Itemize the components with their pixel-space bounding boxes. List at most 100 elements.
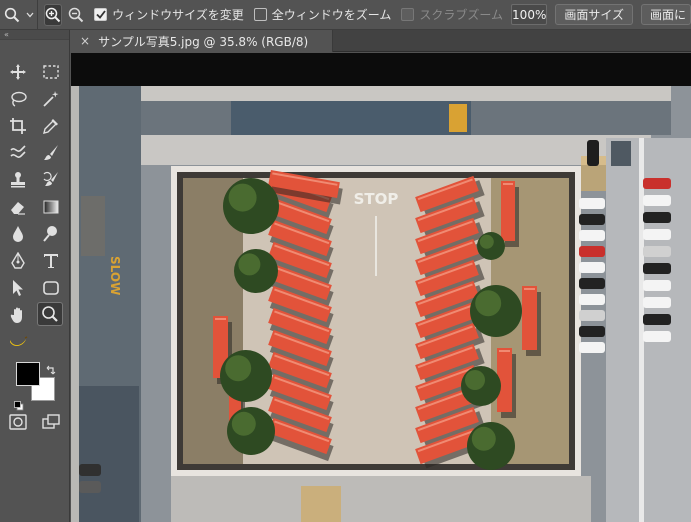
gradient-icon	[43, 200, 59, 214]
marquee-tool[interactable]	[38, 60, 64, 84]
bus-body	[501, 181, 515, 241]
zoom-all-windows-label: 全ウィンドウをズーム	[271, 8, 392, 22]
painted-stop-text: STOP	[354, 190, 399, 208]
parked-car	[79, 464, 101, 476]
brush-tool[interactable]	[38, 141, 64, 165]
bus-roof-stripe	[503, 183, 513, 185]
screen-mode-icon	[42, 414, 60, 429]
parked-car	[643, 178, 671, 189]
blur-icon	[13, 226, 23, 242]
crop-tool[interactable]	[5, 114, 31, 138]
tree-highlight	[471, 426, 496, 451]
eyedropper-tool[interactable]	[38, 114, 64, 138]
brush-icon	[44, 145, 58, 160]
eyedropper-icon	[43, 119, 58, 134]
path-select-tool[interactable]	[5, 276, 31, 300]
hand-tool[interactable]	[5, 303, 31, 327]
zoom-percent-field[interactable]: 100%	[511, 4, 548, 25]
crop-icon	[10, 118, 26, 134]
stamp-tool[interactable]	[5, 168, 31, 192]
zoom-in-button[interactable]	[44, 3, 63, 26]
parked-car	[643, 229, 671, 240]
parked-car	[643, 280, 671, 291]
checkbox-checked-icon	[94, 8, 108, 21]
tree-highlight	[228, 183, 257, 212]
scrubby-zoom-checkbox[interactable]: スクラブズーム	[401, 6, 503, 23]
tools-panel: «	[0, 30, 70, 522]
banana-tool[interactable]	[5, 330, 31, 354]
blur-tool[interactable]	[5, 222, 31, 246]
parked-car	[643, 263, 671, 274]
checkbox-disabled-icon	[401, 8, 415, 21]
zoom-out-button[interactable]	[68, 4, 84, 26]
tree-highlight	[238, 253, 261, 276]
parked-car	[579, 230, 605, 241]
close-icon[interactable]: ×	[80, 34, 90, 48]
eraser-tool[interactable]	[5, 195, 31, 219]
parked-car	[579, 214, 605, 225]
pen-tool[interactable]	[5, 249, 31, 273]
history-brush-tool[interactable]	[38, 168, 64, 192]
history-brush-icon	[43, 171, 58, 186]
move-icon	[10, 64, 26, 80]
zoom-in-icon	[45, 7, 61, 22]
fill-screen-button[interactable]: 画面に	[641, 4, 691, 25]
bus-roof-stripe	[215, 318, 226, 320]
lasso-tool[interactable]	[5, 87, 31, 111]
painted-slow-text: SLOW	[108, 256, 122, 295]
parked-car	[643, 297, 671, 308]
gradient-tool[interactable]	[38, 195, 64, 219]
tree-highlight	[231, 411, 256, 436]
screen-mode-button[interactable]	[38, 410, 64, 434]
tree-highlight	[225, 355, 252, 382]
parked-car	[579, 342, 605, 353]
panel-collapse-button[interactable]: «	[0, 30, 69, 40]
bus-body	[522, 286, 537, 350]
eraser-icon	[11, 202, 25, 215]
tool-preset-picker[interactable]	[0, 0, 39, 30]
tree-highlight	[479, 234, 494, 249]
photoshop-window: ウィンドウサイズを変更 全ウィンドウをズーム スクラブズーム 100% 画面サイ…	[0, 0, 691, 522]
hand-icon	[10, 307, 22, 323]
document-title: サンプル写真5.jpg @ 35.8% (RGB/8)	[98, 34, 309, 49]
bus-roof-stripe	[524, 288, 535, 290]
quick-mask-button[interactable]	[5, 410, 31, 434]
fit-screen-button[interactable]: 画面サイズ	[555, 4, 633, 25]
shape-icon	[43, 281, 59, 295]
quick-mask-icon	[9, 414, 27, 430]
parked-car	[579, 246, 605, 257]
canvas-area[interactable]: STOP SLOW	[71, 53, 691, 522]
parked-car	[587, 140, 599, 166]
parked-car	[643, 195, 671, 206]
parked-car	[79, 481, 101, 493]
tree-highlight	[475, 290, 502, 317]
parked-car	[579, 198, 605, 209]
magic-wand-tool[interactable]	[38, 87, 64, 111]
scrubby-zoom-label: スクラブズーム	[419, 8, 504, 22]
banana-icon	[10, 336, 28, 346]
path-select-icon	[13, 280, 23, 296]
zoom-tool[interactable]	[37, 302, 63, 326]
resize-windows-checkbox[interactable]: ウィンドウサイズを変更	[94, 6, 244, 23]
move-tool[interactable]	[5, 60, 31, 84]
type-tool[interactable]	[38, 249, 64, 273]
parked-car	[643, 246, 671, 257]
dodge-tool[interactable]	[38, 222, 64, 246]
shape-tool[interactable]	[38, 276, 64, 300]
zoom-icon	[4, 7, 19, 22]
zoom-out-icon	[68, 7, 84, 22]
parked-car	[579, 294, 605, 305]
tree-highlight	[465, 370, 485, 390]
aerial-photo: STOP SLOW	[71, 86, 691, 522]
options-bar: ウィンドウサイズを変更 全ウィンドウをズーム スクラブズーム 100% 画面サイ…	[0, 0, 691, 30]
lasso-icon	[11, 91, 27, 107]
document-tab[interactable]: × サンプル写真5.jpg @ 35.8% (RGB/8)	[71, 30, 333, 52]
document-tab-bar: × サンプル写真5.jpg @ 35.8% (RGB/8)	[71, 30, 691, 52]
healing-tool[interactable]	[5, 141, 31, 165]
canvas-pasteboard	[71, 53, 691, 86]
bus	[501, 181, 519, 247]
pen-icon	[11, 252, 25, 269]
zoom-all-windows-checkbox[interactable]: 全ウィンドウをズーム	[253, 6, 392, 23]
foreground-color-swatch[interactable]	[16, 362, 40, 386]
bus	[522, 286, 541, 356]
